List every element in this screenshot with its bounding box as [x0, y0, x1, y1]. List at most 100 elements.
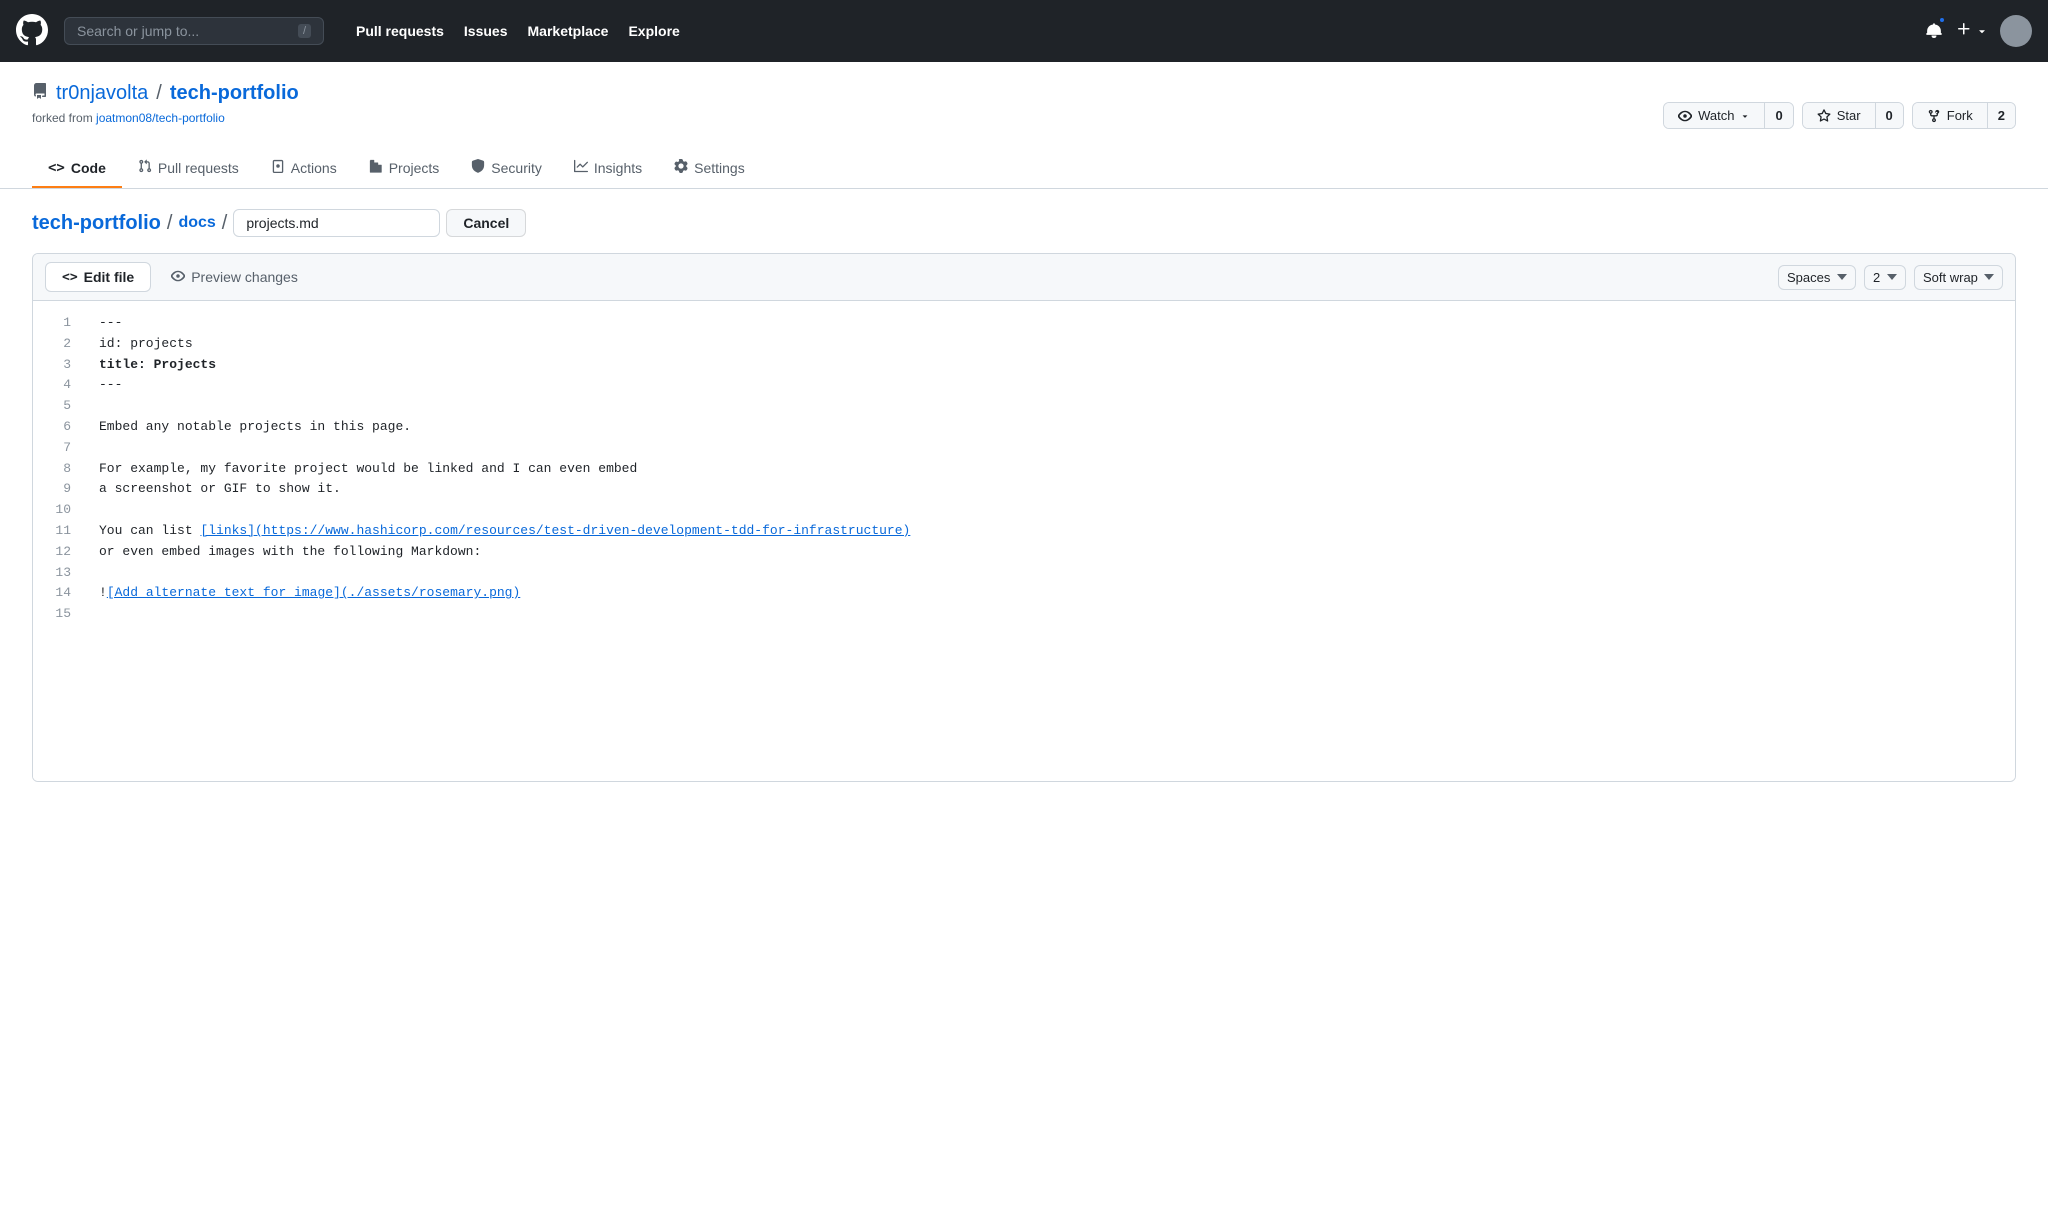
watch-group: Watch 0 [1663, 102, 1794, 129]
fork-prefix: forked from [32, 111, 93, 125]
code-line-4: --- [99, 375, 1999, 396]
code-line-9: a screenshot or GIF to show it. [99, 479, 1999, 500]
tab-insights[interactable]: Insights [558, 149, 658, 188]
code-line-6: Embed any notable projects in this page. [99, 417, 1999, 438]
edit-icon: <> [62, 270, 78, 285]
spaces-select-wrap[interactable]: Spaces Tabs [1778, 265, 1856, 290]
breadcrumb-dir-link[interactable]: docs [178, 214, 215, 232]
wrap-select[interactable]: Soft wrap No wrap [1914, 265, 2003, 290]
hashicorp-link[interactable]: [links](https://www.hashicorp.com/resour… [200, 523, 910, 538]
tab-settings[interactable]: Settings [658, 149, 761, 188]
repo-title: tr0njavolta / tech-portfolio [32, 82, 1663, 105]
nav-links: Pull requests Issues Marketplace Explore [348, 17, 688, 45]
explore-link[interactable]: Explore [620, 17, 687, 45]
code-tab-icon: <> [48, 160, 65, 176]
pr-tab-label: Pull requests [158, 160, 239, 176]
marketplace-link[interactable]: Marketplace [520, 17, 617, 45]
preview-tab-label: Preview changes [191, 269, 298, 285]
code-line-3: title: Projects [99, 355, 1999, 376]
actions-tab-icon [271, 159, 285, 176]
star-button[interactable]: Star [1803, 103, 1875, 128]
filename-input[interactable] [233, 209, 440, 237]
star-group: Star 0 [1802, 102, 1904, 129]
notification-dot [1938, 16, 1946, 24]
image-link[interactable]: [Add alternate text for image](./assets/… [107, 585, 520, 600]
github-logo[interactable] [16, 14, 48, 49]
slash-key: / [298, 24, 311, 38]
breadcrumb-sep2: / [222, 212, 228, 235]
insights-tab-icon [574, 159, 588, 176]
pr-tab-icon [138, 159, 152, 176]
avatar[interactable] [2000, 15, 2032, 47]
fork-info: forked from joatmon08/tech-portfolio [32, 111, 1663, 125]
nav-right [1924, 15, 2032, 47]
preview-tab[interactable]: Preview changes [155, 263, 314, 292]
settings-tab-label: Settings [694, 160, 745, 176]
tab-code[interactable]: <> Code [32, 150, 122, 188]
add-icon[interactable] [1956, 20, 1988, 43]
code-lines[interactable]: --- id: projects title: Projects --- Emb… [83, 301, 2015, 781]
code-line-12: or even embed images with the following … [99, 542, 1999, 563]
breadcrumb: tech-portfolio / docs / Cancel [0, 189, 2048, 253]
pull-requests-link[interactable]: Pull requests [348, 17, 452, 45]
editor-toolbar: <> Edit file Preview changes Spaces Tabs… [33, 254, 2015, 301]
breadcrumb-sep1: / [167, 212, 173, 235]
actions-tab-label: Actions [291, 160, 337, 176]
repo-header-inner: tr0njavolta / tech-portfolio forked from… [32, 82, 2016, 141]
security-tab-label: Security [491, 160, 542, 176]
fork-source-link[interactable]: joatmon08/tech-portfolio [96, 111, 225, 125]
projects-tab-icon [369, 159, 383, 176]
projects-tab-label: Projects [389, 160, 440, 176]
repo-info: tr0njavolta / tech-portfolio forked from… [32, 82, 1663, 141]
repo-owner-link[interactable]: tr0njavolta [56, 82, 148, 105]
code-tab-label: Code [71, 160, 106, 176]
search-box[interactable]: Search or jump to... / [64, 17, 324, 45]
editor-toolbar-right: Spaces Tabs 2 4 8 Soft wrap No wrap [1778, 265, 2003, 290]
top-navigation: Search or jump to... / Pull requests Iss… [0, 0, 2048, 62]
code-line-1: --- [99, 313, 1999, 334]
tab-actions[interactable]: Actions [255, 149, 353, 188]
code-line-2: id: projects [99, 334, 1999, 355]
cancel-button[interactable]: Cancel [446, 209, 526, 237]
preview-icon [171, 269, 185, 286]
insights-tab-label: Insights [594, 160, 642, 176]
fork-button[interactable]: Fork [1913, 103, 1987, 128]
star-count[interactable]: 0 [1876, 103, 1903, 128]
tab-security[interactable]: Security [455, 149, 558, 188]
edit-file-tab[interactable]: <> Edit file [45, 262, 151, 292]
tab-pull-requests[interactable]: Pull requests [122, 149, 255, 188]
search-text: Search or jump to... [77, 23, 199, 39]
tab-projects[interactable]: Projects [353, 149, 456, 188]
editor-container: <> Edit file Preview changes Spaces Tabs… [32, 253, 2016, 782]
fork-group: Fork 2 [1912, 102, 2016, 129]
settings-tab-icon [674, 159, 688, 176]
repo-tabs: <> Code Pull requests Actions Projects [32, 149, 2016, 188]
code-line-8: For example, my favorite project would b… [99, 459, 1999, 480]
watch-count[interactable]: 0 [1765, 103, 1792, 128]
code-line-7 [99, 438, 1999, 459]
code-editor[interactable]: 1 2 3 4 5 6 7 8 9 10 11 12 13 14 15 --- … [33, 301, 2015, 781]
repo-header: tr0njavolta / tech-portfolio forked from… [0, 62, 2048, 189]
security-tab-icon [471, 159, 485, 176]
fork-label: Fork [1947, 108, 1973, 123]
line-numbers: 1 2 3 4 5 6 7 8 9 10 11 12 13 14 15 [33, 301, 83, 781]
code-line-11: You can list [links](https://www.hashico… [99, 521, 1999, 542]
indent-select-wrap[interactable]: 2 4 8 [1864, 265, 1906, 290]
notifications-icon[interactable] [1924, 18, 1944, 44]
code-line-10 [99, 500, 1999, 521]
edit-tab-label: Edit file [84, 269, 135, 285]
issues-link[interactable]: Issues [456, 17, 516, 45]
code-line-14: ![Add alternate text for image](./assets… [99, 583, 1999, 604]
fork-count[interactable]: 2 [1988, 103, 2015, 128]
watch-button[interactable]: Watch [1664, 103, 1764, 128]
indent-select[interactable]: 2 4 8 [1864, 265, 1906, 290]
wrap-select-wrap[interactable]: Soft wrap No wrap [1914, 265, 2003, 290]
breadcrumb-repo-link[interactable]: tech-portfolio [32, 212, 161, 235]
watch-label: Watch [1698, 108, 1734, 123]
code-line-5 [99, 396, 1999, 417]
star-label: Star [1837, 108, 1861, 123]
code-line-13 [99, 563, 1999, 584]
repo-name-link[interactable]: tech-portfolio [170, 82, 299, 105]
spaces-select[interactable]: Spaces Tabs [1778, 265, 1856, 290]
code-line-15 [99, 604, 1999, 625]
